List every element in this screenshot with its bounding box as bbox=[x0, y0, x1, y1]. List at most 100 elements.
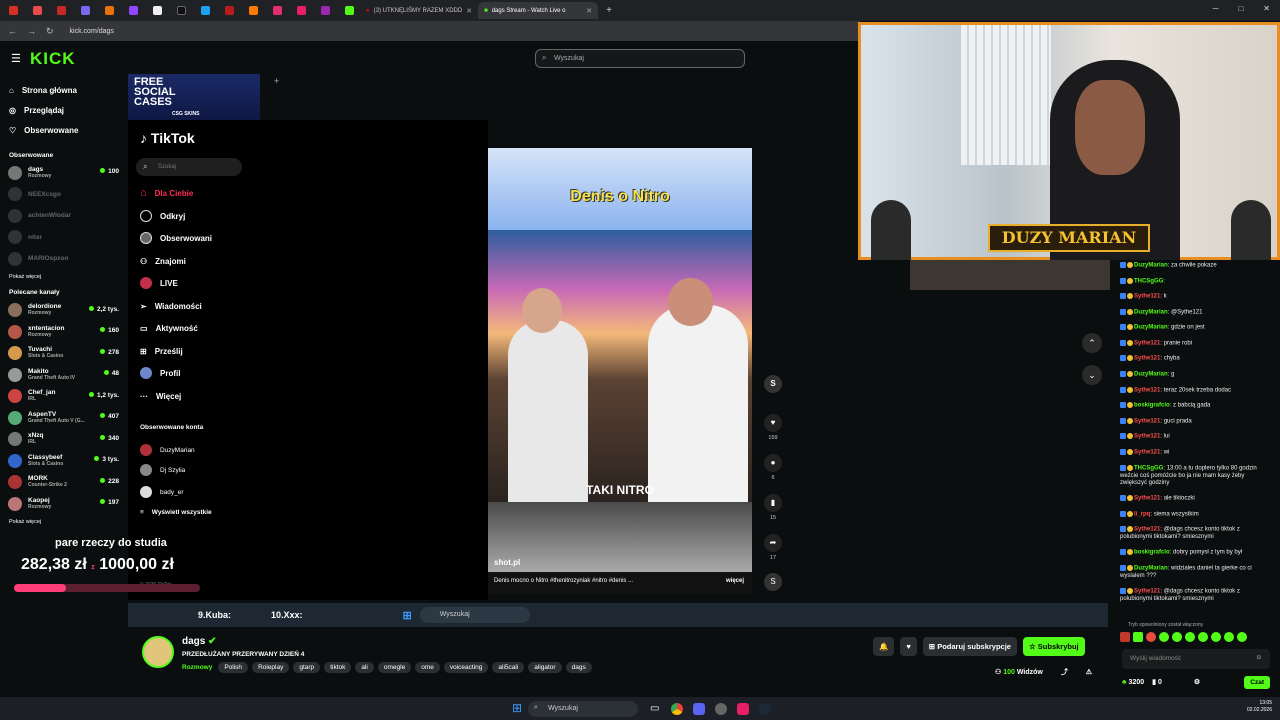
stream-category[interactable]: Rozmowy bbox=[182, 662, 212, 673]
emote-icon[interactable] bbox=[1120, 632, 1130, 642]
emote-icon[interactable] bbox=[1172, 632, 1182, 642]
streamer-avatar[interactable] bbox=[142, 636, 174, 668]
tt-followed-account[interactable]: bady_er bbox=[140, 486, 184, 498]
stream-tag[interactable]: Roleplay bbox=[252, 662, 290, 673]
emote-icon[interactable] bbox=[1146, 632, 1156, 642]
tab-favicon[interactable] bbox=[321, 6, 330, 15]
tt-nav-foryou[interactable]: ⌂ Dla Ciebie bbox=[140, 186, 193, 200]
heart-icon[interactable]: ♥ bbox=[900, 637, 917, 656]
stream-tag[interactable]: omegle bbox=[377, 662, 412, 673]
nav-home[interactable]: ⌂ Strona główna bbox=[0, 80, 128, 100]
stream-tag[interactable]: dags bbox=[565, 662, 592, 673]
chat-username[interactable]: DuzyMarian bbox=[1134, 309, 1168, 315]
show-more-link[interactable]: Pokaż więcej bbox=[0, 270, 128, 284]
close-window-icon[interactable]: ✕ bbox=[1263, 4, 1270, 13]
tt-nav-live[interactable]: LIVE bbox=[140, 276, 178, 290]
stream-tag[interactable]: gtarp bbox=[293, 662, 321, 673]
forward-icon[interactable]: → bbox=[27, 26, 36, 36]
emote-icon[interactable] bbox=[1198, 632, 1208, 642]
channel-item[interactable]: niter bbox=[0, 227, 128, 249]
maximize-icon[interactable]: □ bbox=[1238, 4, 1243, 13]
channel-item[interactable]: NEEXcsgo bbox=[0, 184, 128, 206]
stream-tag[interactable]: ali5cali bbox=[492, 662, 525, 673]
url-text[interactable]: kick.com/dags bbox=[70, 28, 114, 35]
nav-following[interactable]: ♡ Obserwowane bbox=[0, 120, 128, 140]
obs-icon[interactable] bbox=[715, 702, 728, 715]
menu-icon[interactable]: ☰ bbox=[11, 52, 21, 65]
channel-item[interactable]: Classybeef Slots & Casino 3 tys. bbox=[0, 450, 128, 472]
chat-username[interactable]: DuzyMarian bbox=[1134, 325, 1168, 331]
kick-logo[interactable]: KICK bbox=[30, 49, 76, 69]
tab-favicon[interactable] bbox=[273, 6, 282, 15]
sound-disc[interactable]: S bbox=[764, 573, 782, 591]
browser-tab[interactable]: ● (3) UTKNĘLIŚMY RAZEM XDDD ✕ bbox=[360, 2, 478, 19]
chat-username[interactable]: Sythe121 bbox=[1134, 340, 1160, 346]
new-tab-icon[interactable]: + bbox=[274, 76, 279, 86]
tab-favicon[interactable] bbox=[153, 6, 162, 15]
tt-nav-upload[interactable]: ⊞ Prześlij bbox=[140, 344, 183, 358]
channel-item[interactable]: dags Rozmowy 100 bbox=[0, 162, 128, 184]
chat-username[interactable]: Sythe121 bbox=[1134, 294, 1160, 300]
close-icon[interactable]: ✕ bbox=[586, 7, 592, 15]
comment-button[interactable]: ● 6 bbox=[764, 454, 782, 481]
channel-item[interactable]: MORK Counter-Strike 2 228 bbox=[0, 472, 128, 494]
previous-video-button[interactable]: ⌃ bbox=[1082, 333, 1102, 353]
discord-icon[interactable] bbox=[693, 702, 706, 715]
tt-nav-messages[interactable]: ➢ Wiadomości bbox=[140, 299, 202, 313]
chat-username[interactable]: THCSgGG bbox=[1134, 278, 1163, 284]
tt-nav-following[interactable]: Obserwowani bbox=[140, 231, 212, 245]
share-button[interactable]: ➦ 17 bbox=[764, 534, 782, 561]
tab-favicon[interactable] bbox=[9, 6, 18, 15]
tab-favicon[interactable] bbox=[129, 6, 138, 15]
back-icon[interactable]: ← bbox=[8, 26, 17, 36]
chat-username[interactable]: DuzyMarian bbox=[1134, 263, 1168, 269]
channel-item[interactable]: xntentacion Rozmowy 160 bbox=[0, 321, 128, 343]
steam-icon[interactable] bbox=[759, 702, 772, 715]
tt-followed-account[interactable]: Dj Szylia bbox=[140, 464, 185, 476]
taskbar-search[interactable]: Wyszukaj bbox=[419, 607, 530, 623]
chat-username[interactable]: Sythe121 bbox=[1134, 418, 1160, 424]
channel-item[interactable]: Makito Grand Theft Auto IV 48 bbox=[0, 364, 128, 386]
tt-nav-explore[interactable]: Odkryj bbox=[140, 209, 185, 223]
gift-subs-button[interactable]: ⊞ Podaruj subskrypcje bbox=[922, 637, 1017, 656]
channel-item[interactable]: Kaopej Rozmowy 197 bbox=[0, 493, 128, 515]
tt-nav-more[interactable]: ··· Więcej bbox=[140, 389, 181, 403]
channel-item[interactable]: AspenTV Grand Theft Auto V (G... 407 bbox=[0, 407, 128, 429]
nav-browse[interactable]: ◎ Przeglądaj bbox=[0, 100, 128, 120]
tiktok-search-input[interactable]: ⌕ Szukaj bbox=[136, 158, 242, 176]
tt-nav-activity[interactable]: ▭ Aktywność bbox=[140, 321, 198, 335]
tab-favicon[interactable] bbox=[105, 6, 114, 15]
new-tab-icon[interactable]: + bbox=[606, 5, 612, 16]
emote-icon[interactable] bbox=[1185, 632, 1195, 642]
channel-item[interactable]: delordione Rozmowy 2,2 tys. bbox=[0, 300, 128, 322]
chat-username[interactable]: Sythe121 bbox=[1134, 356, 1160, 362]
chat-username[interactable]: Sythe121 bbox=[1134, 496, 1160, 502]
tab-favicon[interactable] bbox=[201, 6, 210, 15]
tab-favicon[interactable] bbox=[177, 6, 186, 15]
emoji-icon[interactable]: ☺ bbox=[1255, 654, 1262, 661]
chrome-icon[interactable] bbox=[671, 702, 684, 715]
channel-item[interactable]: MARIOspzoo bbox=[0, 248, 128, 270]
share-icon[interactable]: ⤴ bbox=[1061, 669, 1068, 676]
points-display[interactable]: ♣ 3200 bbox=[1122, 679, 1144, 686]
tab-favicon[interactable] bbox=[33, 6, 42, 15]
tab-favicon[interactable] bbox=[57, 6, 66, 15]
chat-username[interactable]: boskigrafcio bbox=[1134, 550, 1170, 556]
chat-username[interactable]: li_rpq bbox=[1134, 511, 1150, 517]
emote-icon[interactable] bbox=[1133, 632, 1143, 642]
close-icon[interactable]: ✕ bbox=[466, 7, 472, 15]
chat-username[interactable]: THCSgGG bbox=[1134, 465, 1163, 471]
stream-tag[interactable]: Polish bbox=[218, 662, 249, 673]
bell-icon[interactable]: 🔔 bbox=[873, 637, 895, 656]
reload-icon[interactable]: ↻ bbox=[46, 26, 54, 37]
tiktok-logo[interactable]: ♪ TikTok bbox=[140, 130, 195, 146]
more-link[interactable]: więcej bbox=[726, 578, 744, 584]
stream-tag[interactable]: ali bbox=[355, 662, 374, 673]
like-button[interactable]: ♥ 159 bbox=[764, 414, 782, 441]
streamer-name[interactable]: dags ✔ bbox=[182, 636, 217, 647]
channel-item[interactable]: Tuvachi Slots & Casino 278 bbox=[0, 343, 128, 365]
tab-favicon[interactable] bbox=[297, 6, 306, 15]
next-video-button[interactable]: ⌄ bbox=[1082, 365, 1102, 385]
chat-message-input[interactable]: Wyślij wiadomość ☺ bbox=[1122, 649, 1270, 669]
emote-icon[interactable] bbox=[1159, 632, 1169, 642]
